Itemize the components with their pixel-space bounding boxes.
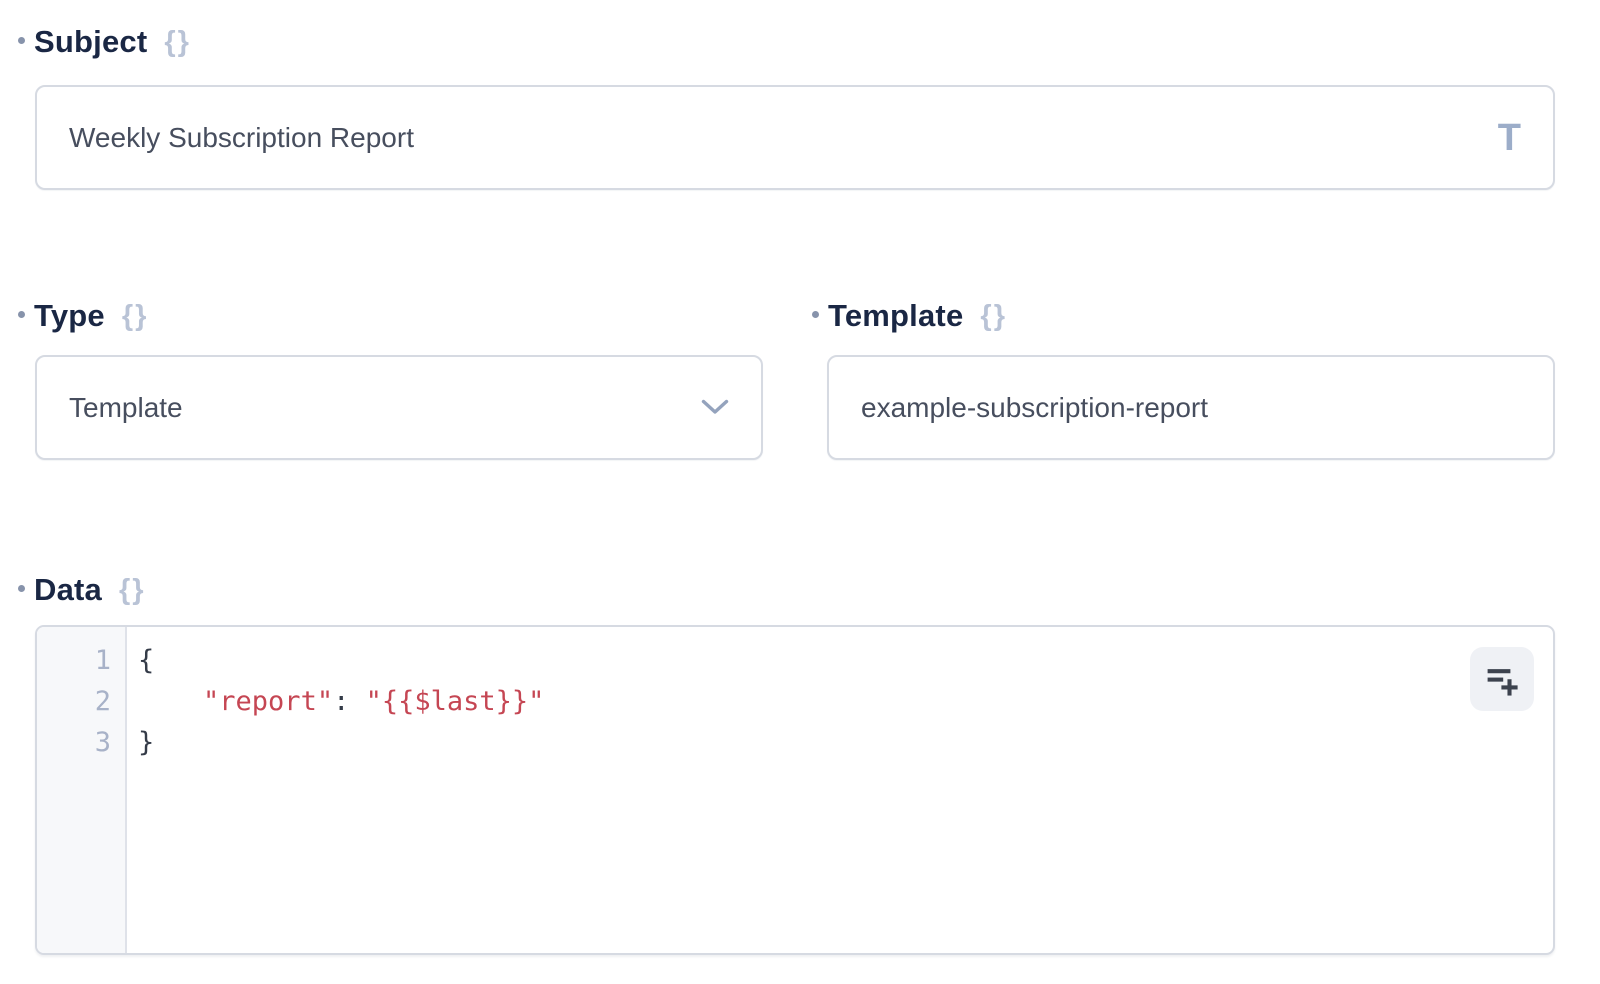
chevron-down-icon[interactable]	[701, 399, 729, 416]
braces-icon[interactable]: {}	[980, 297, 1007, 335]
required-dot	[18, 311, 25, 318]
type-field-label: Type {}	[18, 297, 148, 335]
braces-icon[interactable]: {}	[122, 297, 149, 335]
email-node-form: Subject {} T Type {} Template Template {…	[0, 0, 1600, 984]
line-number: 1	[37, 640, 111, 681]
editor-gutter: 123	[37, 627, 127, 953]
editor-code[interactable]: { "report": "{{$last}}"}	[127, 627, 1553, 953]
template-field-label: Template {}	[812, 297, 1007, 335]
code-line: }	[138, 722, 1553, 763]
code-line: "report": "{{$last}}"	[138, 681, 1553, 722]
subject-input-field[interactable]	[69, 122, 1498, 154]
type-select[interactable]: Template	[35, 355, 763, 460]
type-select-value: Template	[69, 392, 701, 424]
subject-field-label: Subject {}	[18, 23, 191, 61]
required-dot	[18, 585, 25, 592]
format-json-icon	[1484, 661, 1520, 697]
text-type-icon[interactable]: T	[1498, 119, 1521, 157]
type-label-text: Type	[34, 297, 105, 335]
data-label-text: Data	[34, 571, 102, 609]
data-field-label: Data {}	[18, 571, 146, 609]
subject-label-text: Subject	[34, 23, 147, 61]
subject-input[interactable]: T	[35, 85, 1555, 190]
braces-icon[interactable]: {}	[119, 571, 146, 609]
braces-icon[interactable]: {}	[164, 23, 191, 61]
required-dot	[18, 37, 25, 44]
template-input[interactable]	[827, 355, 1555, 460]
template-input-field[interactable]	[861, 392, 1521, 424]
data-code-editor[interactable]: 123 { "report": "{{$last}}"}	[35, 625, 1555, 955]
required-dot	[812, 311, 819, 318]
code-line: {	[138, 640, 1553, 681]
template-label-text: Template	[828, 297, 963, 335]
format-json-button[interactable]	[1470, 647, 1534, 711]
line-number: 3	[37, 722, 111, 763]
line-number: 2	[37, 681, 111, 722]
